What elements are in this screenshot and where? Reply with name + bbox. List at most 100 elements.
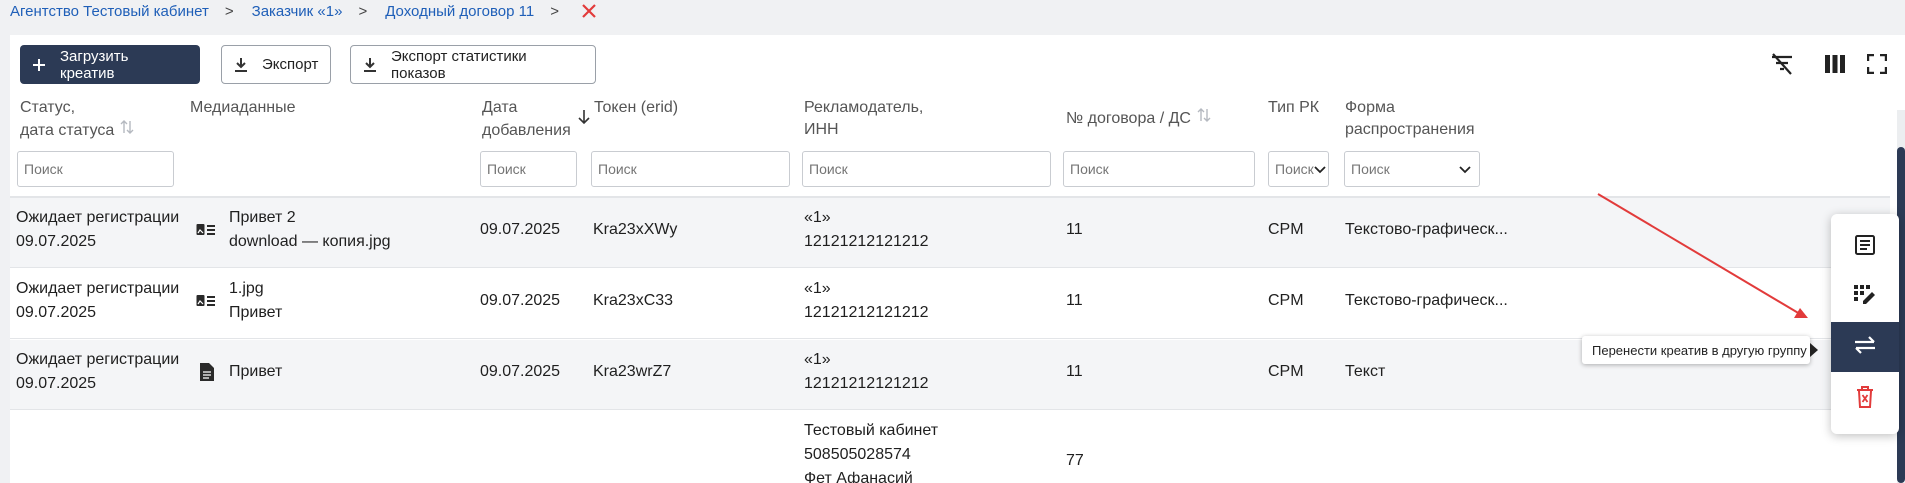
upload-creative-label: Загрузить креатив xyxy=(60,47,129,82)
breadcrumb-agency[interactable]: Агентство Тестовый кабинет xyxy=(10,3,209,20)
column-header-date-line1: Дата xyxy=(482,99,518,116)
status-text: Ожидает регистрации xyxy=(16,209,180,226)
advertiser-inn: 12121212121212 xyxy=(804,375,929,392)
column-header-status-line1: Статус, xyxy=(20,99,76,116)
column-header-contract-label: № договора / ДС xyxy=(1066,109,1191,127)
tooltip-arrow xyxy=(1810,343,1818,357)
token-cell: Kra23wrZ7 xyxy=(593,363,672,380)
token-search-input[interactable] xyxy=(591,151,790,187)
breadcrumb: Агентство Тестовый кабинет > Заказчик «1… xyxy=(10,0,597,22)
export-label: Экспорт xyxy=(262,56,319,73)
column-header-status[interactable]: Статус, дата статуса xyxy=(20,97,134,142)
contract-cell: 11 xyxy=(1066,221,1083,238)
form-cell: Текст xyxy=(1345,363,1386,380)
details-button[interactable] xyxy=(1831,222,1899,272)
advertiser-cell: Тестовый кабинет 508505028574 Фет Афанас… xyxy=(804,419,938,483)
date-search-input[interactable] xyxy=(480,151,577,187)
type-cell: CPM xyxy=(1268,221,1304,238)
media-file: download — копия.jpg xyxy=(229,233,391,250)
column-header-media: Медиаданные xyxy=(190,99,296,116)
status-cell: Ожидает регистрации 09.07.2025 xyxy=(16,348,179,396)
swap-arrows-icon xyxy=(1852,335,1878,360)
fullscreen-icon[interactable] xyxy=(1862,49,1892,79)
breadcrumb-separator: > xyxy=(550,2,559,20)
image-text-icon xyxy=(196,294,216,313)
creatives-panel: Загрузить креатив Экспорт Экспорт статис… xyxy=(10,35,1905,483)
columns-icon[interactable] xyxy=(1820,49,1850,79)
column-header-date-line2: добавления xyxy=(482,121,571,139)
date-cell: 09.07.2025 xyxy=(480,221,561,238)
download-icon xyxy=(363,57,377,73)
column-header-contract[interactable]: № договора / ДС xyxy=(1066,107,1211,130)
advertiser-search-input[interactable] xyxy=(802,151,1051,187)
close-icon[interactable] xyxy=(581,3,597,19)
export-button[interactable]: Экспорт xyxy=(221,45,331,84)
table-row[interactable]: Ожидает регистрации 09.07.2025 Привет 2 … xyxy=(10,198,1890,268)
advertiser-contact: Фет Афанасий xyxy=(804,470,913,483)
column-header-form-line1: Форма xyxy=(1345,99,1395,116)
status-date: 09.07.2025 xyxy=(16,233,97,250)
advertiser-name: Тестовый кабинет xyxy=(804,422,939,439)
type-cell: CPM xyxy=(1268,363,1304,380)
type-select-value: Поиск xyxy=(1275,161,1314,177)
image-text-icon xyxy=(196,223,216,242)
table-row[interactable]: Ожидает регистрации 09.07.2025 1.jpg При… xyxy=(10,269,1890,339)
form-select[interactable]: Поиск xyxy=(1344,151,1480,187)
media-cell[interactable]: Привет xyxy=(229,360,282,384)
download-icon xyxy=(234,57,248,73)
advertiser-name: «1» xyxy=(804,351,831,368)
media-name: Привет 2 xyxy=(229,209,296,226)
status-date: 09.07.2025 xyxy=(16,375,97,392)
media-file: Привет xyxy=(229,304,283,321)
status-search-input[interactable] xyxy=(17,151,174,187)
sort-icon[interactable] xyxy=(120,119,134,142)
edit-grid-button[interactable] xyxy=(1831,272,1899,322)
delete-button[interactable] xyxy=(1831,374,1899,424)
sort-icon[interactable] xyxy=(1197,107,1211,130)
advertiser-cell: «1» 12121212121212 xyxy=(804,206,929,254)
breadcrumb-contract[interactable]: Доходный договор 11 xyxy=(385,3,534,20)
column-header-form-line2: распространения xyxy=(1345,121,1475,138)
document-lines-icon xyxy=(1854,234,1876,261)
toolbar: Загрузить креатив Экспорт Экспорт статис… xyxy=(10,35,1905,95)
date-cell: 09.07.2025 xyxy=(480,292,561,309)
breadcrumb-separator: > xyxy=(224,2,234,20)
media-cell[interactable]: 1.jpg Привет xyxy=(229,277,282,325)
contract-cell: 11 xyxy=(1066,292,1083,309)
advertiser-name: «1» xyxy=(804,209,831,226)
form-cell: Текстово-графическ... xyxy=(1345,221,1508,238)
advertiser-cell: «1» 12121212121212 xyxy=(804,277,929,325)
contract-cell: 77 xyxy=(1066,452,1084,469)
contract-search-input[interactable] xyxy=(1063,151,1255,187)
chevron-down-icon xyxy=(1314,161,1326,177)
column-header-advertiser: Рекламодатель, ИНН xyxy=(804,97,923,141)
column-header-token: Токен (erid) xyxy=(594,99,679,116)
advertiser-inn: 508505028574 xyxy=(804,446,911,463)
export-stats-button[interactable]: Экспорт статистики показов xyxy=(350,45,596,84)
move-to-group-button[interactable] xyxy=(1831,322,1899,372)
column-header-advertiser-line2: ИНН xyxy=(804,121,839,138)
type-select[interactable]: Поиск xyxy=(1268,151,1329,187)
export-stats-label: Экспорт статистики показов xyxy=(391,47,527,82)
media-cell[interactable]: Привет 2 download — копия.jpg xyxy=(229,206,391,254)
table-row[interactable]: Тестовый кабинет 508505028574 Фет Афанас… xyxy=(10,411,1890,483)
status-cell: Ожидает регистрации 09.07.2025 xyxy=(16,206,179,254)
upload-creative-button[interactable]: Загрузить креатив xyxy=(20,45,200,84)
chevron-down-icon xyxy=(1459,161,1471,177)
sort-desc-icon[interactable] xyxy=(577,109,591,132)
grid-edit-icon xyxy=(1853,284,1877,311)
form-cell: Текстово-графическ... xyxy=(1345,292,1508,309)
breadcrumb-customer[interactable]: Заказчик «1» xyxy=(252,3,343,20)
clear-filters-icon[interactable] xyxy=(1767,49,1797,79)
row-actions-menu xyxy=(1831,214,1899,434)
column-header-type: Тип РК xyxy=(1268,99,1320,116)
advertiser-cell: «1» 12121212121212 xyxy=(804,348,929,396)
trash-icon xyxy=(1856,385,1874,413)
column-header-date[interactable]: Дата добавления xyxy=(482,97,591,142)
token-cell: Kra23xXWy xyxy=(593,221,678,238)
form-select-value: Поиск xyxy=(1351,161,1390,177)
status-date: 09.07.2025 xyxy=(16,304,97,321)
date-cell: 09.07.2025 xyxy=(480,363,561,380)
breadcrumb-separator: > xyxy=(358,2,368,20)
advertiser-name: «1» xyxy=(804,280,831,297)
